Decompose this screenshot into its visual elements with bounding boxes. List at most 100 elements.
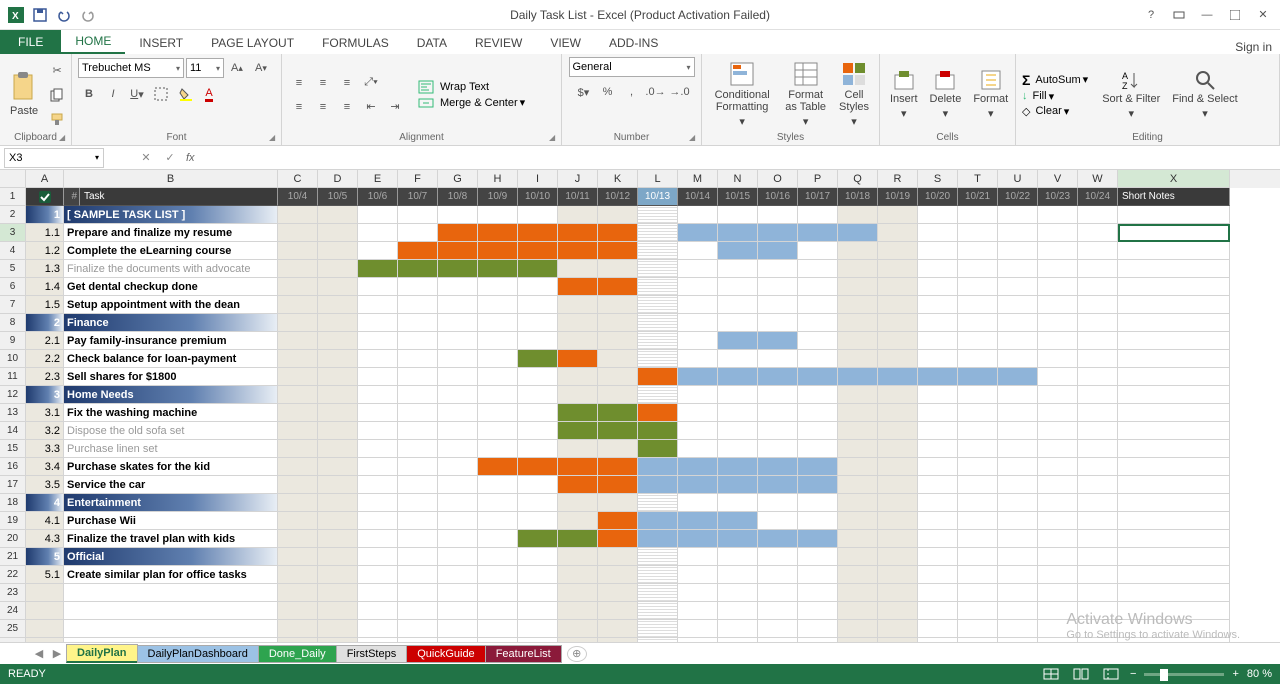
gantt-cell[interactable] bbox=[718, 476, 758, 494]
notes-cell[interactable] bbox=[1118, 260, 1230, 278]
gantt-cell[interactable] bbox=[838, 440, 878, 458]
notes-cell[interactable] bbox=[1118, 494, 1230, 512]
gantt-cell[interactable] bbox=[438, 422, 478, 440]
gantt-cell[interactable] bbox=[1078, 332, 1118, 350]
gantt-cell[interactable] bbox=[878, 242, 918, 260]
col-header-E[interactable]: E bbox=[358, 170, 398, 188]
gantt-cell[interactable] bbox=[478, 458, 518, 476]
select-all-corner[interactable] bbox=[0, 170, 26, 188]
gantt-cell[interactable] bbox=[318, 530, 358, 548]
gantt-cell[interactable] bbox=[558, 548, 598, 566]
gantt-cell[interactable] bbox=[1038, 314, 1078, 332]
date-header-10/15[interactable]: 10/15 bbox=[718, 188, 758, 206]
minimize-icon[interactable]: — bbox=[1194, 4, 1220, 26]
gantt-cell[interactable] bbox=[998, 332, 1038, 350]
task-cell[interactable]: Complete the eLearning course bbox=[64, 242, 278, 260]
fill-button[interactable]: ↓Fill▾ bbox=[1022, 90, 1088, 103]
notes-cell[interactable] bbox=[1118, 224, 1230, 242]
gantt-cell[interactable] bbox=[398, 350, 438, 368]
gantt-cell[interactable] bbox=[558, 530, 598, 548]
gantt-cell[interactable] bbox=[318, 476, 358, 494]
gantt-cell[interactable] bbox=[1078, 548, 1118, 566]
gantt-cell[interactable] bbox=[958, 350, 998, 368]
task-cell[interactable]: Sell shares for $1800 bbox=[64, 368, 278, 386]
gantt-cell[interactable] bbox=[718, 314, 758, 332]
sort-filter-button[interactable]: AZSort & Filter▾ bbox=[1098, 67, 1164, 121]
gantt-cell[interactable] bbox=[398, 404, 438, 422]
gantt-cell[interactable] bbox=[998, 206, 1038, 224]
tab-home[interactable]: HOME bbox=[61, 30, 125, 54]
gantt-cell[interactable] bbox=[918, 242, 958, 260]
gantt-cell[interactable] bbox=[438, 548, 478, 566]
task-num[interactable]: 1.5 bbox=[26, 296, 64, 314]
task-cell[interactable]: Purchase Wii bbox=[64, 512, 278, 530]
gantt-cell[interactable] bbox=[758, 242, 798, 260]
gantt-cell[interactable] bbox=[518, 368, 558, 386]
date-header-10/18[interactable]: 10/18 bbox=[838, 188, 878, 206]
gantt-cell[interactable] bbox=[798, 422, 838, 440]
formula-bar[interactable] bbox=[195, 148, 1280, 168]
gantt-cell[interactable] bbox=[558, 386, 598, 404]
gantt-cell[interactable] bbox=[318, 278, 358, 296]
gantt-cell[interactable] bbox=[678, 512, 718, 530]
tab-scroll-left[interactable]: ◀ bbox=[30, 645, 48, 663]
normal-view-icon[interactable] bbox=[1040, 666, 1062, 682]
gantt-cell[interactable] bbox=[518, 476, 558, 494]
gantt-cell[interactable] bbox=[678, 422, 718, 440]
gantt-cell[interactable] bbox=[718, 224, 758, 242]
gantt-cell[interactable] bbox=[598, 332, 638, 350]
gantt-cell[interactable] bbox=[918, 476, 958, 494]
gantt-cell[interactable] bbox=[278, 422, 318, 440]
task-cell[interactable]: Finalize the documents with advocate bbox=[64, 260, 278, 278]
row-header-19[interactable]: 19 bbox=[0, 512, 26, 530]
gantt-cell[interactable] bbox=[798, 350, 838, 368]
gantt-cell[interactable] bbox=[998, 260, 1038, 278]
gantt-cell[interactable] bbox=[798, 386, 838, 404]
gantt-cell[interactable] bbox=[638, 422, 678, 440]
notes-cell[interactable] bbox=[1118, 530, 1230, 548]
notes-cell[interactable] bbox=[1118, 206, 1230, 224]
gantt-cell[interactable] bbox=[1038, 296, 1078, 314]
gantt-cell[interactable] bbox=[958, 224, 998, 242]
align-top-icon[interactable]: ≡ bbox=[288, 72, 310, 94]
gantt-cell[interactable] bbox=[478, 368, 518, 386]
gantt-cell[interactable] bbox=[718, 566, 758, 584]
gantt-cell[interactable] bbox=[878, 494, 918, 512]
gantt-cell[interactable] bbox=[598, 278, 638, 296]
notes-cell[interactable] bbox=[1118, 476, 1230, 494]
gantt-cell[interactable] bbox=[358, 314, 398, 332]
col-header-C[interactable]: C bbox=[278, 170, 318, 188]
gantt-cell[interactable] bbox=[678, 260, 718, 278]
task-cell[interactable]: Dispose the old sofa set bbox=[64, 422, 278, 440]
gantt-cell[interactable] bbox=[918, 422, 958, 440]
gantt-cell[interactable] bbox=[558, 368, 598, 386]
row-header-4[interactable]: 4 bbox=[0, 242, 26, 260]
task-cell[interactable]: Entertainment bbox=[64, 494, 278, 512]
col-header-I[interactable]: I bbox=[518, 170, 558, 188]
fx-icon[interactable]: fx bbox=[186, 152, 195, 164]
gantt-cell[interactable] bbox=[398, 512, 438, 530]
gantt-cell[interactable] bbox=[718, 386, 758, 404]
gantt-cell[interactable] bbox=[838, 530, 878, 548]
sheet-tab-dailyplandashboard[interactable]: DailyPlanDashboard bbox=[137, 645, 259, 663]
gantt-cell[interactable] bbox=[318, 440, 358, 458]
notes-cell[interactable] bbox=[1118, 440, 1230, 458]
gantt-cell[interactable] bbox=[438, 494, 478, 512]
gantt-cell[interactable] bbox=[638, 566, 678, 584]
row-header-23[interactable]: 23 bbox=[0, 584, 26, 602]
gantt-cell[interactable] bbox=[398, 368, 438, 386]
gantt-cell[interactable] bbox=[678, 368, 718, 386]
gantt-cell[interactable] bbox=[558, 404, 598, 422]
gantt-cell[interactable] bbox=[358, 296, 398, 314]
gantt-cell[interactable] bbox=[718, 548, 758, 566]
row-header-2[interactable]: 2 bbox=[0, 206, 26, 224]
gantt-cell[interactable] bbox=[398, 296, 438, 314]
gantt-cell[interactable] bbox=[598, 548, 638, 566]
gantt-cell[interactable] bbox=[758, 314, 798, 332]
task-num[interactable]: 3.4 bbox=[26, 458, 64, 476]
gantt-cell[interactable] bbox=[798, 512, 838, 530]
gantt-cell[interactable] bbox=[558, 566, 598, 584]
gantt-cell[interactable] bbox=[478, 296, 518, 314]
gantt-cell[interactable] bbox=[798, 278, 838, 296]
gantt-cell[interactable] bbox=[838, 224, 878, 242]
